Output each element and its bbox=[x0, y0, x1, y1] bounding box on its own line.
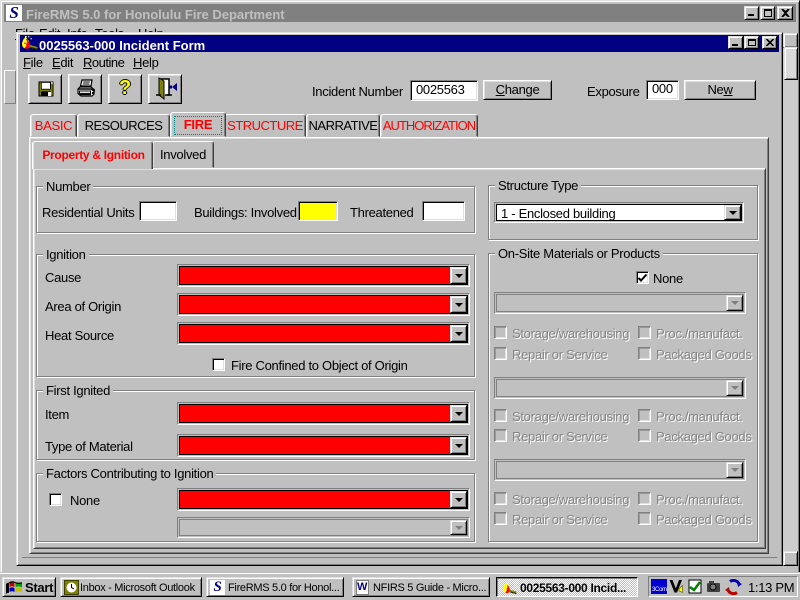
svg-text:3Com: 3Com bbox=[652, 587, 667, 593]
